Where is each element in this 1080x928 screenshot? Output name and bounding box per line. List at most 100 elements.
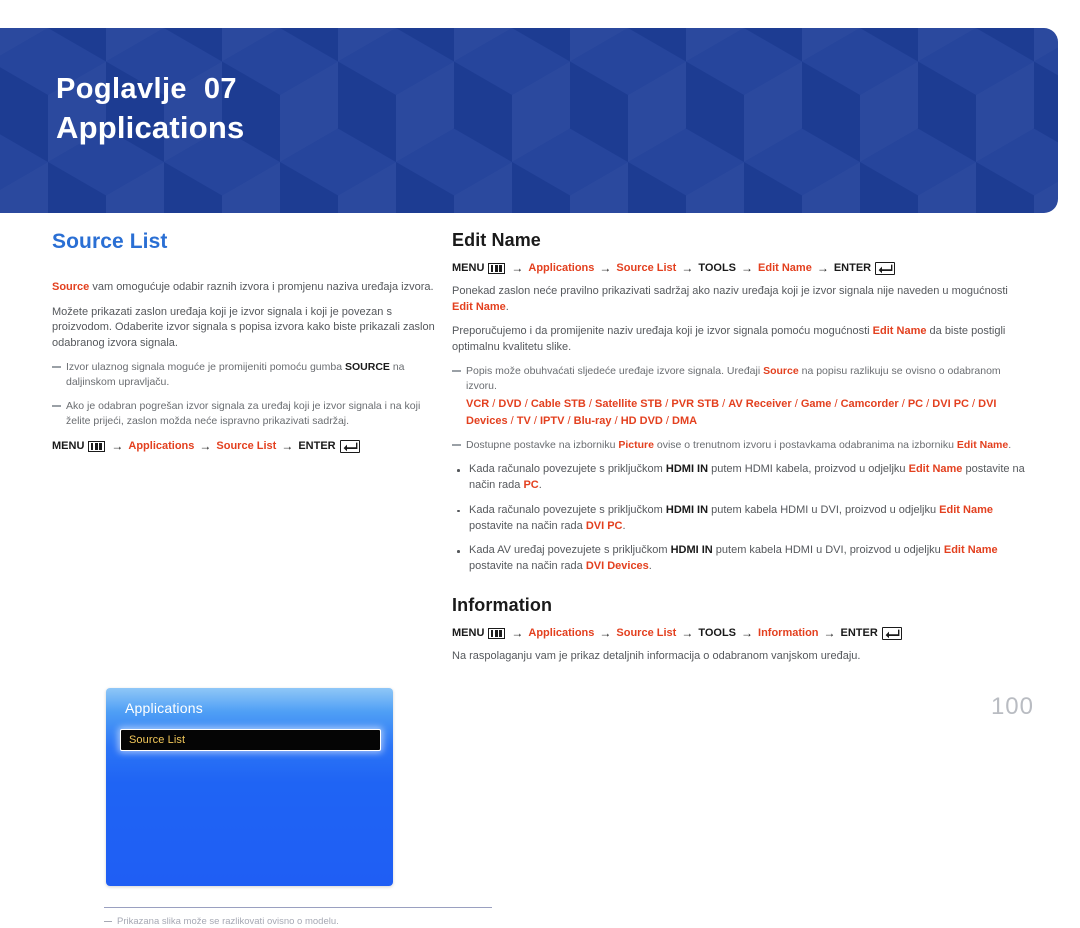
en-p2-pre: Preporučujemo i da promijenite naziv ure… xyxy=(452,325,873,338)
device-item: Game xyxy=(800,398,832,411)
source-intro-rest: vam omogućuje odabir raznih izvora i pro… xyxy=(89,281,434,293)
tv-osd-preview: Applications Source List xyxy=(106,688,393,886)
en-p2-keyword: Edit Name xyxy=(872,325,927,338)
edit-name-paragraph-2: Preporučujemo i da promijenite naziv ure… xyxy=(452,324,1026,355)
enter-return-icon xyxy=(339,439,360,453)
source-description-paragraph: Možete prikazati zaslon uređaja koji je … xyxy=(52,305,435,349)
arrow-icon: → xyxy=(681,261,694,275)
note-device-list: Popis može obuhvaćati sljedeće uređaje i… xyxy=(452,364,1026,429)
enter-label: ENTER xyxy=(833,262,872,274)
banner-text-block: Poglavlje 07 Applications xyxy=(56,72,244,147)
bullet-mid: putem HDMI kabela, proizvod u odjeljku xyxy=(708,463,909,476)
en-p1-pre: Ponekad zaslon neće pravilno prikazivati… xyxy=(452,285,1008,297)
information-paragraph: Na raspolaganju vam je prikaz detaljnih … xyxy=(452,650,861,663)
bullet-mid2: postavite na način rada xyxy=(469,560,586,573)
menu-step-tools: TOOLS xyxy=(698,627,737,640)
bullet-edit-name-keyword: Edit Name xyxy=(908,463,963,476)
en-p1-keyword: Edit Name xyxy=(452,300,506,313)
note1-pre: Izvor ulaznog signala moguće je promijen… xyxy=(66,361,345,374)
menu-label: MENU xyxy=(52,440,85,453)
section-heading-source-list: Source List xyxy=(52,230,168,253)
device-item: IPTV xyxy=(540,414,565,427)
bullet-pre: Kada AV uređaj povezujete s priključkom xyxy=(469,544,671,557)
dl-note-keyword: Source xyxy=(763,365,799,378)
section-heading-edit-name: Edit Name xyxy=(452,230,541,250)
device-item: TV xyxy=(516,414,531,427)
en-p1-post: . xyxy=(505,300,509,313)
menu-bars-icon xyxy=(88,440,106,452)
page-number: 100 xyxy=(990,693,1034,720)
dl-note-pre: Popis može obuhvaćati sljedeće uređaje i… xyxy=(466,365,764,378)
bullet-mode-keyword: PC xyxy=(523,478,539,491)
arrow-icon: → xyxy=(599,261,612,275)
hdmi-mode-bullet: Kada računalo povezujete s priključkom H… xyxy=(452,503,1026,535)
menu-step-edit-name: Edit Name xyxy=(758,262,812,274)
menu-path-edit-name: MENU → Applications → Source List → TOOL… xyxy=(452,261,1026,275)
arrow-icon: → xyxy=(111,439,124,454)
menu-path-source-list: MENU → Applications → Source List → ENTE… xyxy=(52,439,440,453)
arrow-icon: → xyxy=(681,626,694,641)
tv-osd-selected-row[interactable]: Source List xyxy=(120,729,381,751)
bullet-mid2: postavite na način rada xyxy=(469,519,586,532)
note-picture-menu: Dostupne postavke na izborniku Picture o… xyxy=(452,438,1026,453)
bullet-hdmi-keyword: HDMI IN xyxy=(670,544,713,557)
chapter-title: Applications xyxy=(56,110,245,146)
source-keyword: Source xyxy=(52,281,90,293)
bullet-post: . xyxy=(648,560,652,573)
bullet-edit-name-keyword: Edit Name xyxy=(943,544,998,557)
left-column: Source List Source vam omogućuje odabir … xyxy=(52,230,492,927)
menu-step-applications: Applications xyxy=(128,440,195,453)
hdmi-mode-bullet-list: Kada računalo povezujete s priključkom H… xyxy=(452,462,1026,575)
pic-note-post: . xyxy=(1008,439,1012,452)
bullet-pre: Kada računalo povezujete s priključkom xyxy=(469,503,666,516)
device-item: HD DVD xyxy=(620,414,663,427)
menu-step-source-list: Source List xyxy=(216,440,277,453)
section-heading-information: Information xyxy=(452,595,553,616)
menu-step-applications: Applications xyxy=(528,627,595,640)
pic-note-keyword-picture: Picture xyxy=(618,439,654,452)
device-item: Satellite STB xyxy=(595,398,663,411)
bullet-mid: putem kabela HDMI u DVI, proizvod u odje… xyxy=(712,544,944,557)
bullet-pre: Kada računalo povezujete s priključkom xyxy=(469,463,666,476)
menu-step-applications: Applications xyxy=(528,262,595,274)
device-item: PVR STB xyxy=(671,398,720,411)
device-item: Camcorder xyxy=(840,398,899,411)
bullet-mode-keyword: DVI Devices xyxy=(585,560,649,573)
device-item: Blu-ray xyxy=(573,414,612,427)
arrow-icon: → xyxy=(816,261,829,275)
right-column: Edit Name MENU → Applications → Source L… xyxy=(452,230,1026,665)
footnote-text: Prikazana slika može se razlikovati ovis… xyxy=(104,915,537,928)
menu-bars-icon xyxy=(488,627,506,639)
hdmi-mode-bullet: Kada AV uređaj povezujete s priključkom … xyxy=(452,543,1026,575)
pic-note-pre: Dostupne postavke na izborniku xyxy=(466,439,619,452)
tv-osd-row-label: Source List xyxy=(129,734,186,746)
pic-note-mid: ovise o trenutnom izvoru i postavkama od… xyxy=(653,439,957,452)
menu-label: MENU xyxy=(452,627,485,640)
arrow-icon: → xyxy=(511,626,524,641)
device-item: PC xyxy=(907,398,924,411)
arrow-icon: → xyxy=(823,626,836,641)
device-item: DVI PC xyxy=(932,398,969,411)
hdmi-mode-bullet: Kada računalo povezujete s priključkom H… xyxy=(452,462,1026,494)
arrow-icon: → xyxy=(599,626,612,641)
arrow-icon: → xyxy=(741,261,754,275)
chapter-label: Poglavlje 07 xyxy=(56,73,237,105)
device-item: DMA xyxy=(672,414,698,427)
device-item: Cable STB xyxy=(530,398,586,411)
enter-label: ENTER xyxy=(840,627,878,640)
enter-label: ENTER xyxy=(298,440,336,453)
menu-bars-icon xyxy=(488,262,506,274)
menu-label: MENU xyxy=(452,262,485,274)
menu-step-information: Information xyxy=(758,627,819,640)
enter-return-icon xyxy=(875,261,896,275)
bullet-post: . xyxy=(622,519,626,532)
device-item: VCR xyxy=(466,398,490,411)
bullet-post: . xyxy=(538,478,542,491)
arrow-icon: → xyxy=(741,626,754,641)
menu-step-source-list: Source List xyxy=(616,262,677,274)
bullet-hdmi-keyword: HDMI IN xyxy=(665,503,709,516)
source-device-list: VCR / DVD / Cable STB / Satellite STB / … xyxy=(466,398,997,427)
device-item: AV Receiver xyxy=(728,398,792,411)
source-intro-paragraph: Source vam omogućuje odabir raznih izvor… xyxy=(52,280,440,296)
enter-return-icon xyxy=(881,626,902,640)
